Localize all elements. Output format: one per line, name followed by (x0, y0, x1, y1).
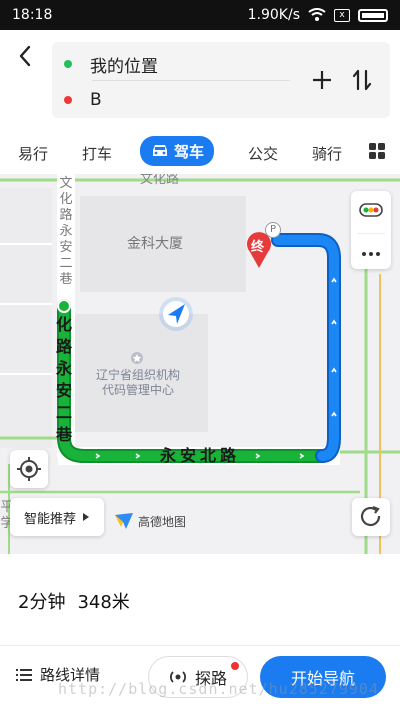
amap-brand: 高德地图 (114, 512, 186, 530)
map-view[interactable]: 金科大厦 辽宁省组织机构 代码管理中心 永安北路 文化路 化 路 永 安 二 巷… (0, 174, 400, 554)
route-summary[interactable]: 2分钟 348米 (0, 554, 400, 646)
end-marker-label: 终 (251, 240, 265, 255)
road-char: 永 (59, 224, 73, 239)
poi-label[interactable]: 辽宁省组织机构 代码管理中心 (86, 368, 190, 398)
poi-line-1: 辽宁省组织机构 (95, 368, 180, 382)
route-header: 我的位置 B (0, 30, 400, 130)
bottom-bar: 路线详情 探路 开始导航 (0, 646, 400, 711)
road-label-vertical: 化 路 永 安 二 巷 (55, 314, 73, 446)
battery-icon (358, 8, 388, 22)
building-label: 金科大厦 (127, 236, 183, 252)
tab-drive-label: 驾车 (173, 142, 204, 161)
transport-tabs: 易行 打车 驾车 公交 骑行 (0, 130, 400, 174)
explore-button[interactable]: 探路 (148, 656, 248, 698)
amap-brand-text: 高德地图 (138, 514, 187, 529)
status-time: 18:18 (12, 7, 53, 23)
road-label-yonganbeilu: 永安北路 (160, 446, 241, 465)
summary-text: 2分钟 348米 (18, 588, 130, 614)
route-duration: 2分钟 (18, 592, 66, 613)
route-details-label: 路线详情 (40, 666, 101, 684)
road-char: 安 (59, 240, 73, 255)
swap-route-icon[interactable] (350, 68, 374, 92)
play-arrow-icon (83, 513, 89, 521)
tab-taxi[interactable]: 打车 (74, 140, 120, 166)
car-icon (152, 145, 167, 156)
back-icon[interactable] (12, 42, 40, 70)
radar-icon (169, 671, 186, 683)
tab-drive[interactable]: 驾车 (140, 136, 214, 166)
road-char: 化 (59, 192, 73, 207)
road-char: 路 (55, 337, 72, 356)
explore-label: 探路 (194, 669, 227, 688)
wifi-icon (308, 8, 326, 21)
road-label-top: 文化路 (140, 174, 180, 187)
route-details-button[interactable]: 路线详情 (16, 664, 100, 685)
route-from-field[interactable]: 我的位置 (52, 44, 292, 84)
sim-icon: x (334, 8, 350, 22)
road-label-faded: 文 化 路 永 安 二 巷 (59, 176, 73, 288)
start-navigation-button[interactable]: 开始导航 (260, 656, 386, 698)
network-speed: 1.90K/s (247, 7, 300, 23)
road-char: 巷 (55, 425, 72, 444)
tab-bike[interactable]: 骑行 (304, 140, 350, 166)
route-to-text: B (90, 90, 102, 110)
road-char: 路 (59, 208, 73, 223)
more-options-icon (362, 252, 380, 256)
amap-logo-icon (115, 513, 133, 529)
status-bar: 18:18 1.90K/s x (0, 0, 400, 30)
tab-bus[interactable]: 公交 (240, 140, 286, 166)
route-from-text: 我的位置 (90, 56, 158, 77)
road-char: 安 (55, 381, 72, 400)
status-icons: 1.90K/s x (248, 7, 388, 23)
route-card: 我的位置 B (52, 42, 390, 118)
crosshair-icon (17, 457, 41, 481)
road-char: 永 (55, 359, 72, 378)
traffic-light-icon (359, 203, 383, 217)
locate-me-button[interactable] (10, 450, 48, 488)
road-char: 二 (55, 403, 72, 422)
refresh-icon (360, 505, 381, 527)
road-char: 二 (59, 256, 73, 271)
road-char: 化 (55, 315, 72, 334)
refresh-route-button[interactable] (352, 498, 390, 536)
road-char: 文 (59, 176, 73, 191)
add-waypoint-icon[interactable] (310, 68, 334, 92)
smart-recommend-label: 智能推荐 (23, 511, 76, 527)
road-char: 巷 (59, 272, 73, 287)
start-dot-icon (64, 60, 72, 68)
notification-dot (231, 662, 239, 670)
parking-marker: P (265, 222, 281, 238)
end-dot-icon (64, 96, 72, 104)
tab-yixing[interactable]: 易行 (10, 140, 56, 166)
smart-recommend-button[interactable]: 智能推荐 (10, 498, 104, 536)
traffic-layer-button[interactable] (351, 191, 391, 269)
poi-line-2: 代码管理中心 (101, 383, 174, 397)
route-to-field[interactable]: B (52, 80, 292, 120)
list-icon (16, 668, 32, 681)
more-modes-icon[interactable] (369, 143, 385, 159)
route-distance: 348米 (77, 592, 130, 613)
